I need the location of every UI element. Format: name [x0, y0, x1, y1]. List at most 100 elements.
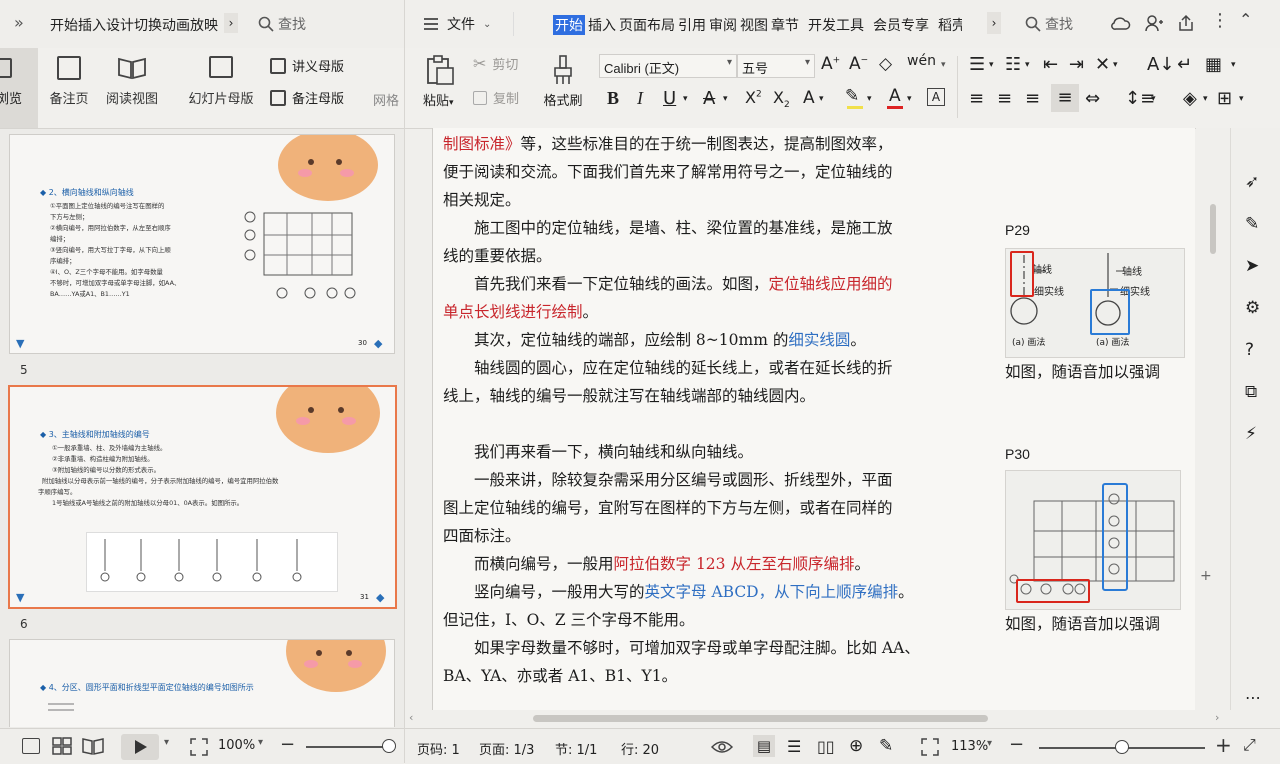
chevron-down-icon[interactable]: ▾ — [1025, 60, 1030, 70]
tab-view[interactable]: 视图 — [740, 15, 768, 35]
outline-view-icon[interactable]: ☰ — [787, 737, 801, 756]
align-right-icon[interactable]: ≡ — [1025, 88, 1040, 109]
decrease-indent-icon[interactable]: ⇤ — [1043, 54, 1058, 75]
rocket-icon[interactable]: ➶ — [1245, 172, 1259, 192]
more-options-icon[interactable]: ⋮ — [1211, 10, 1229, 31]
vertical-scrollbar[interactable]: + — [1196, 128, 1230, 710]
cursor-icon[interactable]: ➤ — [1245, 256, 1259, 276]
chevron-down-icon[interactable]: ▾ — [1239, 94, 1244, 104]
fit-window-icon[interactable] — [190, 738, 208, 756]
more-dots-icon[interactable]: ⋯ — [1245, 688, 1261, 707]
highlight-icon[interactable]: ✎ — [845, 86, 859, 106]
handout-master-button[interactable]: 讲义母版 — [270, 56, 344, 75]
sort-icon[interactable]: A↓ — [1147, 54, 1174, 75]
subscript-icon[interactable]: X2 — [773, 88, 790, 110]
bold-icon[interactable]: B — [607, 88, 619, 109]
zoom-dropdown-icon[interactable]: ▾ — [258, 737, 263, 748]
chevron-right-icon[interactable]: › — [987, 12, 1001, 34]
char-border-icon[interactable]: A — [927, 88, 945, 106]
notes-master-button[interactable]: 备注母版 — [270, 88, 344, 107]
eye-protection-icon[interactable] — [711, 738, 733, 756]
reading-view-button[interactable]: 阅读视图 — [102, 56, 162, 107]
text-effects-icon[interactable]: A — [803, 88, 815, 108]
tab-page-layout[interactable]: 页面布局 — [619, 15, 675, 35]
tab-references[interactable]: 引用 — [678, 15, 706, 35]
align-left-icon[interactable]: ≡ — [969, 88, 984, 109]
chevron-down-icon[interactable]: ▾ — [1231, 60, 1236, 70]
chevron-down-icon[interactable]: ▾ — [989, 60, 994, 70]
fit-window-icon[interactable] — [921, 738, 939, 756]
increase-indent-icon[interactable]: ⇥ — [1069, 54, 1084, 75]
horizontal-scrollbar[interactable]: ‹ › — [405, 710, 1230, 728]
font-name-select[interactable]: Calibri (正文) ▾ — [599, 54, 737, 78]
chevron-down-icon[interactable]: ▾ — [907, 94, 912, 104]
normal-view-button[interactable]: 浏览 — [0, 48, 38, 128]
slide-thumbnail-7[interactable]: ◆ 4、分区、圆形平面和折线型平面定位轴线的编号如图所示 — [9, 639, 395, 727]
notes-page-button[interactable]: 备注页 — [44, 56, 94, 107]
chevron-down-icon[interactable]: ▾ — [867, 94, 872, 104]
play-options-dropdown[interactable]: ▾ — [164, 737, 169, 748]
chevron-down-icon[interactable]: ▾ — [819, 94, 824, 104]
backup-icon[interactable]: ⧉ — [1245, 382, 1257, 402]
search-box[interactable]: 查找 — [258, 14, 306, 34]
shrink-font-icon[interactable]: A− — [849, 54, 868, 74]
page-view-icon[interactable]: ▤ — [753, 735, 775, 757]
web-layout-icon[interactable]: ⊕ — [849, 736, 863, 756]
tab-section[interactable]: 章节 — [771, 15, 799, 35]
zoom-out-button[interactable]: − — [280, 734, 295, 755]
table-icon[interactable]: ▦ — [1205, 54, 1222, 75]
collapse-ribbon-icon[interactable]: ⌃ — [1239, 10, 1252, 29]
reading-view-icon[interactable] — [82, 737, 104, 755]
slide-thumbnail-5[interactable]: ◆ 2、横向轴线和纵向轴线 ①平面图上定位轴线的编号注写在图样的 下方与左侧； … — [9, 134, 395, 354]
zoom-slider-handle[interactable] — [1115, 740, 1129, 754]
align-center-icon[interactable]: ≡ — [997, 88, 1012, 109]
scrollbar-thumb[interactable] — [1210, 204, 1216, 254]
chevron-down-icon[interactable]: ▾ — [941, 60, 946, 70]
show-marks-icon[interactable]: ↵ — [1177, 54, 1192, 75]
chevron-down-icon[interactable]: ▾ — [1203, 94, 1208, 104]
chevron-down-icon[interactable]: ▾ — [723, 94, 728, 104]
zoom-slider-track[interactable] — [306, 746, 390, 748]
tab-review[interactable]: 审阅 — [709, 15, 737, 35]
underline-icon[interactable]: U — [663, 88, 676, 109]
strikethrough-icon[interactable]: A — [703, 88, 715, 109]
cut-button[interactable]: ✂ 剪切 — [473, 54, 518, 73]
font-size-select[interactable]: 五号 ▾ — [737, 54, 815, 78]
tab-docer[interactable]: 稻壳 — [938, 15, 962, 35]
slide-thumbnail-6[interactable]: ◆ 3、主轴线和附加轴线的编号 ①一般承重墙、柱、及外墙编为主轴线。 ②非承重墙… — [8, 385, 397, 609]
write-mode-icon[interactable]: ✎ — [879, 736, 893, 756]
grow-font-icon[interactable]: A+ — [821, 54, 840, 74]
shading-icon[interactable]: ◈ — [1183, 88, 1197, 109]
format-painter-button[interactable]: 格式刷 — [539, 54, 587, 109]
chevron-down-icon[interactable]: ▾ — [1113, 60, 1118, 70]
collaborate-icon[interactable] — [1145, 14, 1163, 32]
share-icon[interactable] — [1177, 14, 1195, 32]
slide-sorter-icon[interactable] — [52, 737, 72, 755]
chevron-down-icon[interactable]: ▾ — [683, 94, 688, 104]
superscript-icon[interactable]: X2 — [745, 88, 762, 107]
help-icon[interactable]: ? — [1245, 340, 1254, 360]
zoom-in-button[interactable]: + — [1215, 733, 1232, 757]
play-slideshow-button[interactable] — [121, 734, 159, 760]
distributed-align-icon[interactable]: ⇔ — [1085, 88, 1100, 109]
clear-format-icon[interactable]: ◇ — [879, 54, 892, 74]
document-page[interactable]: 制图标准》等，这些标准目的在于统一制图表达，提高制图效率， 便于阅读和交流。下面我… — [432, 128, 996, 710]
add-comment-icon[interactable]: + — [1200, 568, 1212, 584]
copy-button[interactable]: 复制 — [473, 88, 519, 107]
file-menu-button[interactable]: 文件 ⌄ — [423, 14, 491, 34]
fullscreen-icon[interactable]: ⤢ — [1243, 735, 1256, 755]
bullets-icon[interactable]: ☰ — [969, 54, 985, 75]
ribbon-tabs-title[interactable]: 开始插入设计切换动画放映 — [50, 15, 224, 35]
scroll-left-icon[interactable]: ‹ — [409, 711, 413, 724]
slide-master-button[interactable]: 幻灯片母版 — [184, 56, 258, 107]
pen-icon[interactable]: ✎ — [1245, 214, 1259, 234]
zoom-slider-handle[interactable] — [382, 739, 396, 753]
reading-mode-icon[interactable]: ▯▯ — [817, 737, 835, 756]
zoom-dropdown-icon[interactable]: ▾ — [987, 738, 992, 749]
slide-thumbnail-pane[interactable]: ◆ 2、横向轴线和纵向轴线 ①平面图上定位轴线的编号注写在图样的 下方与左侧； … — [0, 129, 404, 727]
zoom-out-button[interactable]: − — [1009, 734, 1024, 755]
tab-home[interactable]: 开始 — [553, 15, 585, 35]
grid-label[interactable]: 网格 — [373, 90, 399, 109]
tab-insert[interactable]: 插入 — [588, 15, 616, 35]
font-color-icon[interactable]: A — [889, 86, 901, 106]
